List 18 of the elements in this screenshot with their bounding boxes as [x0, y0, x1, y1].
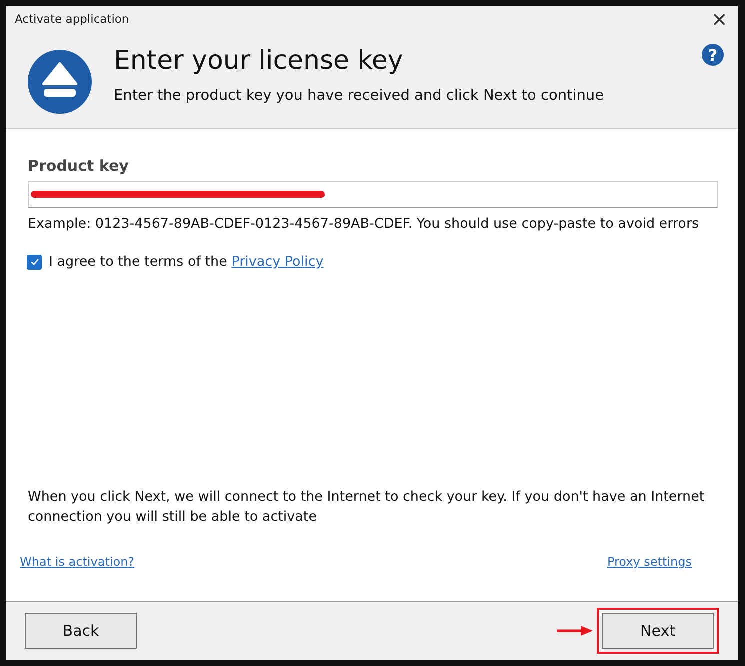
eject-logo-icon — [28, 50, 92, 114]
page-subtitle: Enter the product key you have received and click Next to continue — [114, 88, 606, 104]
agreement-text: I agree to the terms of the Privacy Policy — [49, 254, 324, 270]
help-button[interactable]: ? — [702, 44, 724, 66]
notice-text: When you click Next, we will connect to the Internet to check your key. If you don't have an Internet connection you will still be able to activate — [28, 488, 706, 527]
page-title: Enter your license key — [114, 46, 404, 76]
back-button[interactable]: Back — [25, 613, 137, 649]
window-title: Activate application — [15, 12, 130, 26]
help-link[interactable]: Proxy settings — [607, 555, 692, 569]
close-button[interactable]: × — [707, 7, 732, 31]
checkmark-icon — [30, 257, 40, 267]
privacy-policy-link[interactable]: Privacy Policy — [232, 254, 324, 270]
next-button[interactable]: Next — [602, 613, 714, 649]
field-label: Product key — [28, 157, 130, 175]
checkbox[interactable] — [27, 254, 42, 270]
hint-text: Example: 0123-4567-89AB-CDEF-0123-4567-89AB-CDEF. You should use copy-paste to avoid errors — [28, 216, 700, 232]
input-field[interactable] — [28, 181, 718, 208]
help-link[interactable]: What is activation? — [20, 555, 135, 569]
